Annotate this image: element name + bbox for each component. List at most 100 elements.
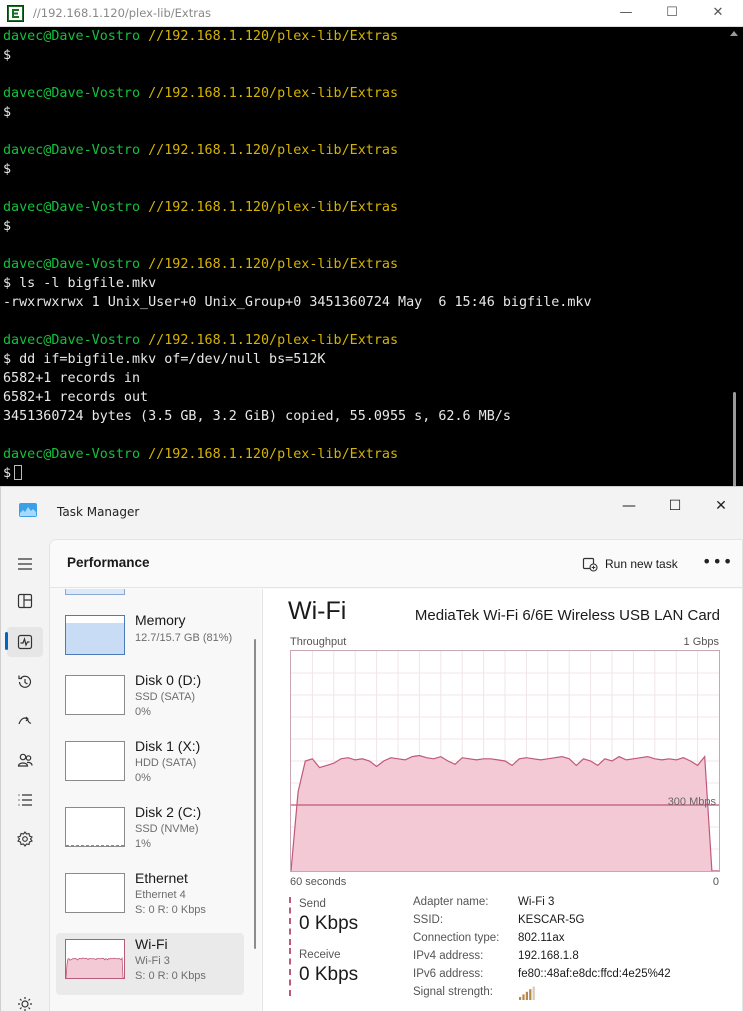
resource-usage: S: 0 R: 0 Kbps bbox=[135, 970, 206, 982]
resource-item-disk1[interactable]: Disk 1 (X:) HDD (SATA) 0% bbox=[56, 735, 244, 797]
performance-icon[interactable] bbox=[14, 631, 36, 653]
prompt-symbol: $ bbox=[3, 276, 12, 291]
prompt-symbol: $ bbox=[3, 352, 12, 367]
command-line: $ bbox=[3, 46, 725, 65]
prompt-path: //192.168.1.120/plex-lib/Extras bbox=[148, 447, 399, 462]
details-icon[interactable] bbox=[14, 789, 36, 811]
throughput-graph: 300 Mbps bbox=[290, 650, 720, 872]
info-key: Connection type: bbox=[413, 932, 500, 944]
dd-summary: 3451360724 bytes (3.5 GB, 3.2 GiB) copie… bbox=[3, 409, 511, 424]
prompt-line: davec@Dave-Vostro //192.168.1.120/plex-l… bbox=[3, 27, 725, 46]
dd-records-out: 6582+1 records out bbox=[3, 390, 149, 405]
navigation-rail bbox=[1, 531, 49, 1011]
resource-list-scrollbar[interactable] bbox=[254, 639, 256, 949]
resource-usage: 0% bbox=[135, 772, 151, 784]
resource-detail: 12.7/15.7 GB (81%) bbox=[135, 632, 233, 644]
text-cursor bbox=[14, 465, 23, 480]
resource-usage: S: 0 R: 0 Kbps bbox=[135, 904, 206, 916]
maximize-button[interactable]: ☐ bbox=[652, 491, 698, 521]
resource-item-ethernet[interactable]: Ethernet Ethernet 4 S: 0 R: 0 Kbps bbox=[56, 867, 244, 929]
signal-bar bbox=[532, 986, 535, 1000]
send-value: 0 Kbps bbox=[299, 913, 359, 934]
resource-name: Disk 0 (D:) bbox=[135, 672, 202, 688]
resource-usage: 0% bbox=[135, 706, 151, 718]
scrollbar-thumb[interactable] bbox=[733, 392, 736, 487]
processes-icon[interactable] bbox=[14, 590, 36, 612]
resource-item-wifi[interactable]: Wi-Fi Wi-Fi 3 S: 0 R: 0 Kbps bbox=[56, 933, 244, 995]
prompt-user: davec@Dave-Vostro bbox=[3, 333, 141, 348]
task-manager-window: Task Manager — ☐ ✕ Performance Run new t… bbox=[0, 486, 743, 1011]
wifi-detail-panel: Wi-Fi MediaTek Wi-Fi 6/6E Wireless USB L… bbox=[262, 589, 742, 1011]
info-key: IPv6 address: bbox=[413, 968, 484, 980]
scroll-up-icon[interactable] bbox=[730, 31, 738, 36]
users-icon[interactable] bbox=[14, 749, 36, 771]
ethernet-thumbnail bbox=[65, 873, 125, 913]
resource-list: Memory 12.7/15.7 GB (81%) Disk 0 (D:) SS… bbox=[50, 589, 260, 1011]
prompt-user: davec@Dave-Vostro bbox=[3, 447, 141, 462]
receive-stat: Receive 0 Kbps bbox=[289, 948, 389, 996]
info-value: fe80::48af:e8dc:ffcd:4e25%42 bbox=[518, 968, 671, 980]
signal-bar bbox=[529, 989, 532, 1000]
signal-bar bbox=[519, 997, 522, 1000]
prompt-path: //192.168.1.120/plex-lib/Extras bbox=[148, 257, 399, 272]
prompt-user: davec@Dave-Vostro bbox=[3, 86, 141, 101]
hamburger-icon[interactable] bbox=[14, 553, 36, 575]
info-value: 802.11ax bbox=[518, 932, 565, 944]
resource-detail: Ethernet 4 bbox=[135, 889, 186, 901]
terminal-close-button[interactable]: ✕ bbox=[703, 2, 733, 24]
terminal-output[interactable]: davec@Dave-Vostro //192.168.1.120/plex-l… bbox=[0, 27, 725, 500]
prompt-path: //192.168.1.120/plex-lib/Extras bbox=[148, 86, 399, 101]
prompt-line: davec@Dave-Vostro //192.168.1.120/plex-l… bbox=[3, 84, 725, 103]
settings-icon[interactable] bbox=[14, 993, 36, 1011]
task-manager-titlebar[interactable]: Task Manager — ☐ ✕ bbox=[1, 487, 743, 531]
disk2-thumbnail bbox=[65, 807, 125, 847]
nav-active-indicator bbox=[5, 632, 8, 650]
wifi-thumbnail-graph bbox=[65, 956, 124, 979]
run-new-task-button[interactable]: Run new task bbox=[582, 552, 678, 576]
prompt-symbol: $ bbox=[3, 162, 12, 177]
terminal-window: //192.168.1.120/plex-lib/Extras — ☐ ✕ da… bbox=[0, 0, 743, 500]
memory-thumbnail bbox=[65, 615, 125, 655]
info-key: Signal strength: bbox=[413, 986, 493, 998]
command-line: $ bbox=[3, 160, 725, 179]
run-new-task-label: Run new task bbox=[605, 557, 678, 571]
resource-item-disk2[interactable]: Disk 2 (C:) SSD (NVMe) 1% bbox=[56, 801, 244, 863]
wifi-thumbnail bbox=[65, 939, 125, 979]
info-key: SSID: bbox=[413, 914, 444, 926]
throughput-area bbox=[291, 755, 719, 871]
terminal-scrollbar[interactable] bbox=[725, 27, 743, 500]
terminal-maximize-button[interactable]: ☐ bbox=[657, 2, 687, 24]
prompt-path: //192.168.1.120/plex-lib/Extras bbox=[148, 29, 399, 44]
main-content: Performance Run new task ••• Memory 12.7… bbox=[49, 539, 743, 1011]
resource-name: Disk 1 (X:) bbox=[135, 738, 201, 754]
adapter-description: MediaTek Wi-Fi 6/6E Wireless USB LAN Car… bbox=[414, 607, 720, 624]
terminal-minimize-button[interactable]: — bbox=[611, 2, 641, 24]
dd-records-in: 6582+1 records in bbox=[3, 371, 141, 386]
prompt-line: davec@Dave-Vostro //192.168.1.120/plex-l… bbox=[3, 141, 725, 160]
terminal-titlebar[interactable]: //192.168.1.120/plex-lib/Extras — ☐ ✕ bbox=[0, 0, 743, 27]
services-icon[interactable] bbox=[14, 828, 36, 850]
max-scale-label: 1 Gbps bbox=[683, 636, 719, 648]
resource-item-memory[interactable]: Memory 12.7/15.7 GB (81%) bbox=[56, 609, 244, 671]
signal-bar bbox=[525, 991, 528, 1000]
scale-line-label: 300 Mbps bbox=[667, 796, 716, 808]
prompt-user: davec@Dave-Vostro bbox=[3, 143, 141, 158]
run-task-icon bbox=[582, 557, 598, 572]
app-history-icon[interactable] bbox=[14, 671, 36, 693]
prompt-line: davec@Dave-Vostro //192.168.1.120/plex-l… bbox=[3, 331, 725, 350]
send-label: Send bbox=[299, 898, 326, 910]
more-options-button[interactable]: ••• bbox=[702, 552, 732, 576]
prompt-symbol: $ bbox=[3, 219, 12, 234]
terminal-title: //192.168.1.120/plex-lib/Extras bbox=[33, 6, 211, 20]
close-button[interactable]: ✕ bbox=[698, 491, 743, 521]
minimize-button[interactable]: — bbox=[606, 491, 652, 521]
disk1-thumbnail bbox=[65, 741, 125, 781]
resource-item-disk0[interactable]: Disk 0 (D:) SSD (SATA) 0% bbox=[56, 669, 244, 731]
startup-apps-icon[interactable] bbox=[14, 710, 36, 732]
resource-detail: SSD (SATA) bbox=[135, 691, 196, 703]
resource-detail: SSD (NVMe) bbox=[135, 823, 199, 835]
page-title: Performance bbox=[67, 555, 150, 570]
